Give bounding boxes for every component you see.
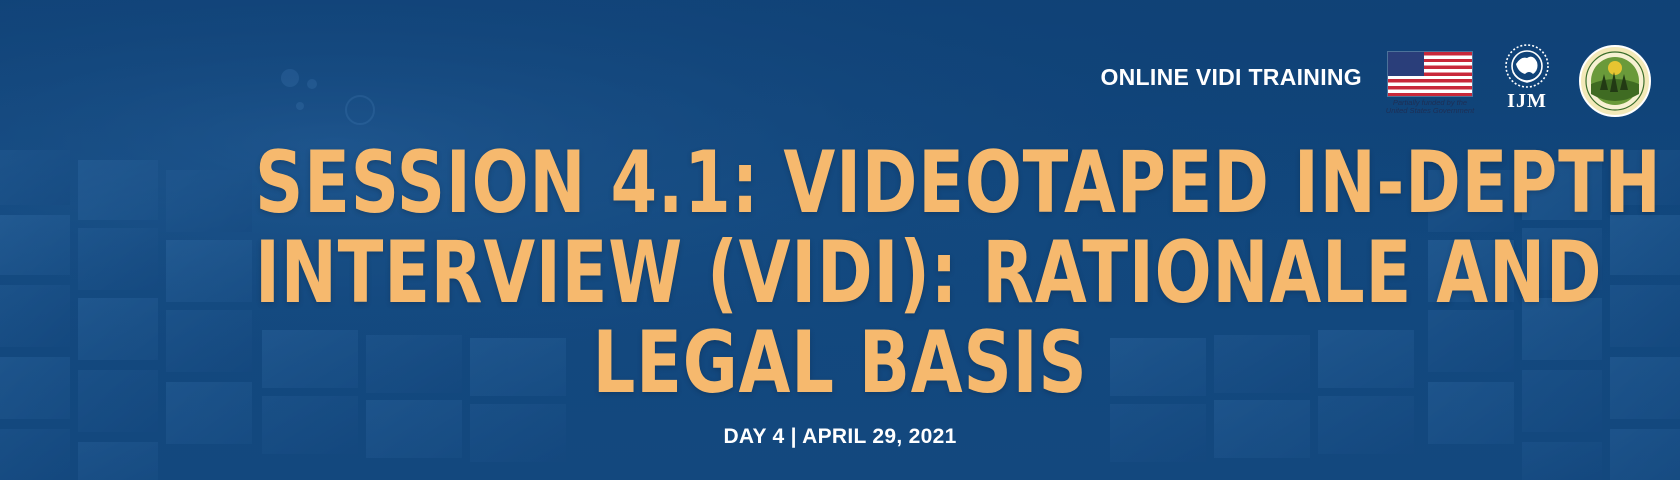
seal-icon [1579, 45, 1651, 117]
session-date: DAY 4 | APRIL 29, 2021 [723, 425, 957, 448]
session-title: SESSION 4.1: VIDEOTAPED IN-DEPTH INTERVI… [90, 133, 1662, 413]
title-line-2: INTERVIEW (VIDI): RATIONALE AND [255, 223, 1603, 323]
flag-canton [1388, 52, 1424, 76]
title-line-1: SESSION 4.1: VIDEOTAPED IN-DEPTH [255, 133, 1662, 233]
title-line-3: LEGAL BASIS [592, 313, 1088, 413]
us-flag-icon [1388, 52, 1472, 96]
ijm-text: IJM [1507, 90, 1547, 112]
us-flag-logo: Partially funded by the United States Go… [1384, 52, 1476, 115]
globe-icon [1505, 44, 1549, 88]
flag-caption: Partially funded by the United States Go… [1385, 98, 1475, 115]
training-label: ONLINE VIDI TRAINING [1100, 64, 1362, 90]
session-banner: ONLINE VIDI TRAINING Partially funded by… [0, 0, 1680, 480]
header-row: ONLINE VIDI TRAINING Partially funded by… [1100, 44, 1652, 118]
ijm-logo: IJM [1498, 42, 1556, 113]
